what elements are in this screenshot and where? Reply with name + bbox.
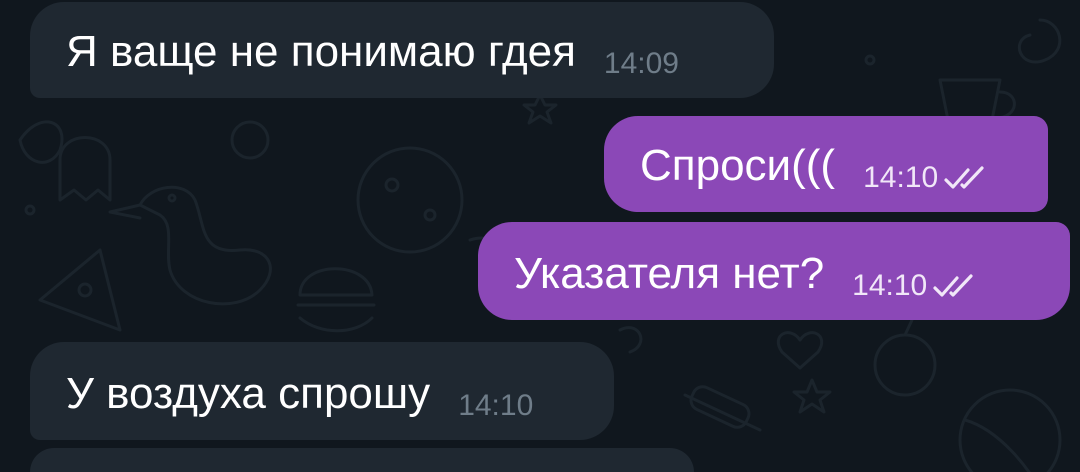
- message-bubble-outgoing[interactable]: Указателя нет? 14:10: [478, 222, 1070, 320]
- message-meta: 14:10: [852, 268, 977, 304]
- message-time: 14:10: [852, 269, 928, 302]
- message-time: 14:09: [603, 47, 679, 80]
- message-text: Указателя нет?: [514, 249, 825, 298]
- message-bubble-incoming[interactable]: У воздуха спрошу 14:10: [30, 342, 614, 440]
- message-meta: 14:10: [458, 388, 533, 424]
- message-text: Я ваще не понимаю гдея: [66, 27, 576, 76]
- read-double-check-icon: [933, 274, 973, 297]
- message-time: 14:10: [458, 389, 534, 422]
- message-meta: 14:09: [604, 46, 679, 82]
- message-text: У воздуха спрошу: [66, 369, 431, 418]
- message-bubble-outgoing[interactable]: Спроси((( 14:10: [604, 116, 1048, 212]
- message-time: 14:10: [863, 161, 939, 194]
- message-meta: 14:10: [863, 160, 988, 196]
- read-double-check-icon: [944, 166, 984, 189]
- message-bubble-incoming[interactable]: Я ваще не понимаю гдея 14:09: [30, 2, 774, 98]
- message-bubble-incoming-partial[interactable]: [30, 448, 694, 472]
- message-text: Спроси(((: [640, 141, 836, 190]
